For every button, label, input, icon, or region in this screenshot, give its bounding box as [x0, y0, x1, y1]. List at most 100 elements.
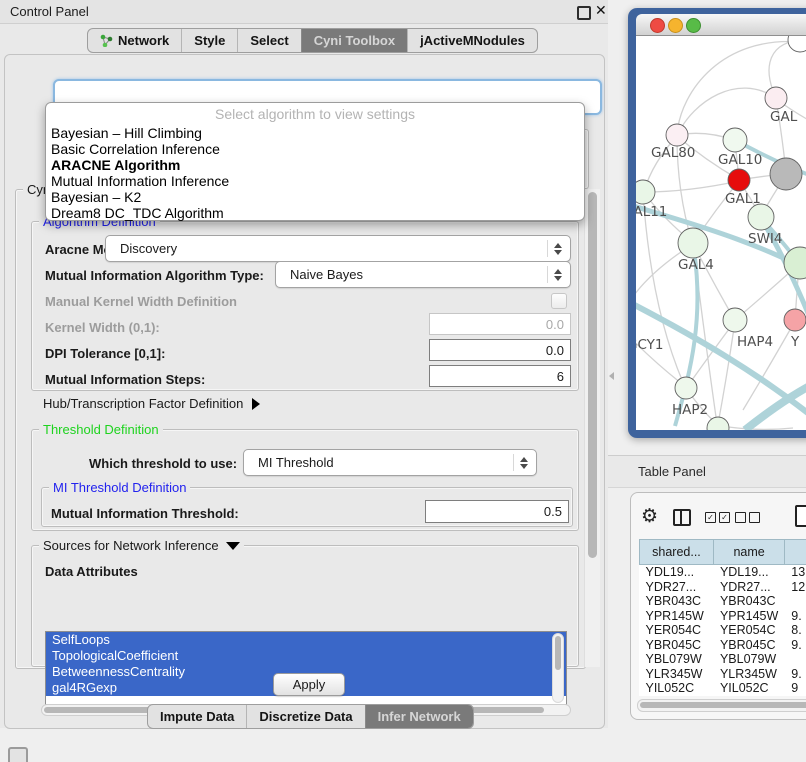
network-node-y[interactable]: [784, 309, 806, 331]
kernel-width-field[interactable]: 0.0: [429, 313, 571, 335]
aracne-mode-combobox[interactable]: Discovery: [105, 235, 571, 262]
cyni-toolbox-panel: galFiltered.sif default node Select algo…: [4, 54, 605, 729]
node-table[interactable]: shared...nameAYDL19...YDL19...13YDR27...…: [639, 539, 806, 696]
algorithm-option[interactable]: Bayesian – Hill Climbing: [51, 125, 202, 141]
network-icon: [100, 34, 113, 47]
attribute-list-item[interactable]: SelfLoops: [46, 632, 566, 648]
table-row[interactable]: YER054CYER054C8.: [640, 623, 806, 638]
tab-select[interactable]: Select: [237, 29, 300, 52]
column-header[interactable]: shared...: [640, 540, 714, 565]
dpi-tolerance-field[interactable]: 0.0: [429, 339, 571, 361]
mi-threshold-field[interactable]: 0.5: [425, 500, 569, 523]
algorithm-option[interactable]: Basic Correlation Inference: [51, 141, 220, 157]
network-view-window[interactable]: GALGAL80GAL10GAL1GAL11SWI4GAL4HAP4YGCY1H…: [628, 8, 806, 438]
hub-definition-expander[interactable]: Hub/Transcription Factor Definition: [43, 396, 260, 411]
network-node-hap4[interactable]: [723, 308, 747, 332]
table-row[interactable]: YDL19...YDL19...13: [640, 565, 806, 580]
manual-kernel-width-checkbox[interactable]: [551, 293, 567, 309]
minimized-panel-icon[interactable]: [8, 747, 28, 762]
table-row[interactable]: YBL079WYBL079W: [640, 652, 806, 667]
table-row[interactable]: YLR345WYLR345W9.: [640, 667, 806, 682]
panel-divider-handle[interactable]: [609, 372, 614, 380]
network-canvas[interactable]: GALGAL80GAL10GAL1GAL11SWI4GAL4HAP4YGCY1H…: [636, 36, 806, 430]
tab-label: Style: [194, 33, 225, 48]
float-panel-icon[interactable]: [577, 6, 591, 20]
network-node-swi4[interactable]: [748, 204, 774, 230]
node-label: Y: [790, 334, 800, 350]
network-node-gal80[interactable]: [666, 124, 688, 146]
tab-label: Network: [118, 33, 169, 48]
table-horizontal-scrollbar[interactable]: [637, 699, 806, 712]
select-all-checkboxes-icon[interactable]: ✓✓: [705, 512, 730, 523]
gear-icon[interactable]: ⚙: [641, 505, 658, 528]
tab-cyni-toolbox[interactable]: Cyni Toolbox: [301, 29, 407, 52]
node-table-container: shared...nameAYDL19...YDL19...13YDR27...…: [639, 539, 806, 697]
expander-arrow-icon: [252, 398, 260, 410]
control-panel: Control Panel ✕ Network Style SelectCyni T…: [0, 0, 608, 728]
tab-style[interactable]: Style: [181, 29, 237, 52]
node-label: HAP4: [737, 334, 773, 350]
close-traffic-light-icon[interactable]: [650, 18, 665, 33]
table-cell: 9: [785, 681, 806, 696]
deselect-all-checkboxes-icon[interactable]: [735, 512, 760, 523]
network-edge[interactable]: [636, 326, 686, 387]
attribute-list-item[interactable]: TopologicalCoefficient: [46, 648, 566, 664]
table-panel: ⚙ ✓✓ shared...nameAYDL19...YDL19...13YDR…: [630, 492, 806, 720]
column-header[interactable]: A: [785, 540, 806, 565]
node-label: SWI4: [748, 231, 783, 247]
tab-jactivemnodules[interactable]: jActiveMNodules: [407, 29, 537, 52]
network-node-gal11[interactable]: [636, 180, 655, 204]
network-node-gal1[interactable]: [728, 169, 750, 191]
table-row[interactable]: YBR045CYBR045C9.: [640, 638, 806, 653]
mi-algorithm-type-value: Naive Bayes: [276, 267, 547, 282]
table-cell: YBR045C: [713, 638, 784, 653]
table-row[interactable]: YIL052CYIL052C9: [640, 681, 806, 696]
network-node-gal4[interactable]: [678, 228, 708, 258]
tab-network[interactable]: Network: [88, 29, 181, 52]
dropdown-placeholder: Select algorithm to view settings: [46, 106, 584, 122]
panel-title: Control Panel: [10, 4, 89, 19]
apply-button[interactable]: Apply: [273, 673, 345, 696]
algorithm-option[interactable]: ARACNE Algorithm: [51, 157, 180, 173]
network-node-gal10[interactable]: [723, 128, 747, 152]
close-icon[interactable]: ✕: [595, 2, 607, 19]
network-edge[interactable]: [678, 88, 776, 134]
list-vertical-scrollbar[interactable]: [552, 633, 564, 703]
table-row[interactable]: YPR145WYPR145W9.: [640, 609, 806, 624]
table-cell: [785, 594, 806, 609]
sources-expander[interactable]: Sources for Network Inference: [39, 538, 244, 553]
tab-label: Discretize Data: [259, 709, 352, 724]
algorithm-option[interactable]: Mutual Information Inference: [51, 173, 229, 189]
column-manager-icon[interactable]: [673, 509, 691, 526]
mi-steps-field[interactable]: 6: [429, 365, 571, 387]
mi-algorithm-type-combobox[interactable]: Naive Bayes: [275, 261, 571, 288]
algorithm-option[interactable]: Bayesian – K2: [51, 189, 141, 205]
table-cell: 13: [785, 565, 806, 580]
tab-impute-data[interactable]: Impute Data: [148, 705, 246, 728]
which-threshold-combobox[interactable]: MI Threshold: [243, 449, 537, 476]
algorithm-option[interactable]: Dream8 DC_TDC Algorithm: [51, 205, 224, 221]
settings-scrollbar[interactable]: [584, 189, 600, 667]
table-cell: YBL079W: [713, 652, 784, 667]
tab-discretize-data[interactable]: Discretize Data: [246, 705, 364, 728]
network-window-titlebar[interactable]: [636, 14, 806, 36]
network-node[interactable]: [770, 158, 802, 190]
network-node-gal[interactable]: [765, 87, 787, 109]
which-threshold-label: Which threshold to use:: [89, 456, 237, 471]
zoom-traffic-light-icon[interactable]: [686, 18, 701, 33]
tab-infer-network[interactable]: Infer Network: [365, 705, 473, 728]
table-cell: 12: [785, 580, 806, 595]
apply-button-label: Apply: [293, 677, 326, 692]
column-header[interactable]: name: [713, 540, 784, 565]
network-node[interactable]: [788, 36, 806, 52]
function-builder-icon[interactable]: [795, 505, 806, 527]
table-row[interactable]: YDR27...YDR27...12: [640, 580, 806, 595]
minimize-traffic-light-icon[interactable]: [668, 18, 683, 33]
network-node-hap2[interactable]: [675, 377, 697, 399]
network-node[interactable]: [707, 417, 729, 430]
table-cell: YDR27...: [713, 580, 784, 595]
table-cell: YER054C: [640, 623, 714, 638]
network-edge[interactable]: [718, 321, 735, 424]
table-cell: YBR043C: [713, 594, 784, 609]
table-row[interactable]: YBR043CYBR043C: [640, 594, 806, 609]
